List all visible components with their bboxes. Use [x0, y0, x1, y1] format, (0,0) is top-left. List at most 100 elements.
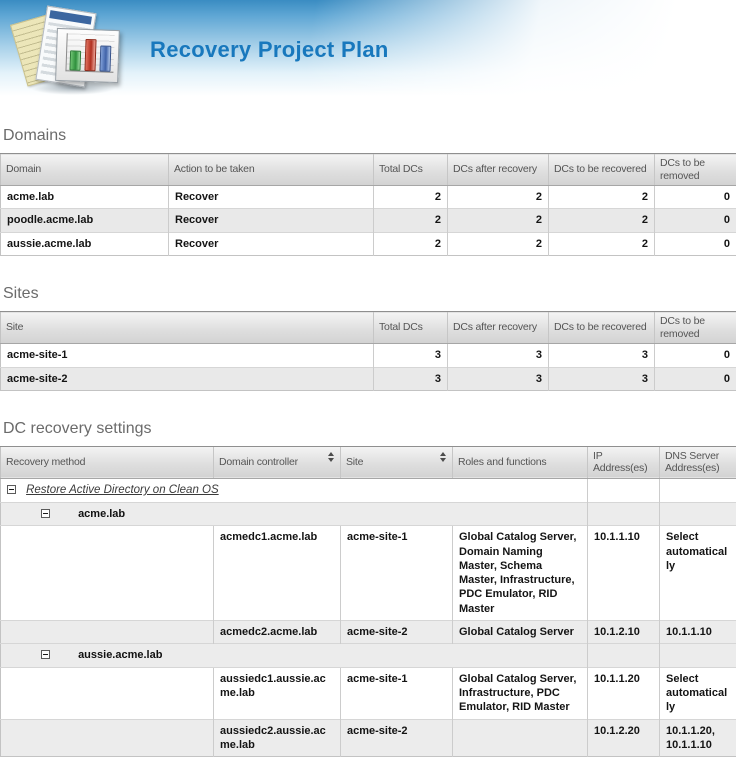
domain-cell: poodle.acme.lab: [1, 209, 169, 232]
dc-row: aussiedc1.aussie.acme.lab acme-site-1 Gl…: [1, 667, 736, 719]
col-header-site[interactable]: Site: [341, 446, 453, 478]
dcs-to-be-removed-cell: 0: [655, 209, 736, 232]
dcs-to-be-removed-cell: 0: [655, 186, 736, 209]
col-header-label: Recovery method: [6, 456, 85, 468]
ip-cell: [588, 479, 660, 503]
site-cell: acme-site-2: [1, 367, 374, 390]
table-row: poodle.acme.lab Recover 2 2 2 0: [1, 209, 736, 232]
domains-header-row: Domain Action to be taken Total DCs DCs …: [1, 154, 736, 186]
blue-bar: [99, 46, 111, 72]
bar-chart-plot-area: [65, 33, 114, 73]
dcs-after-recovery-cell: 2: [448, 232, 549, 255]
col-header-label: Roles and functions: [458, 456, 546, 468]
dcs-to-be-recovered-cell: 3: [549, 344, 655, 367]
dcs-to-be-recovered-cell: 2: [549, 209, 655, 232]
col-header-label: DCs after recovery: [453, 321, 537, 333]
green-bar: [69, 50, 81, 71]
col-header-label: DCs to be recovered: [554, 163, 647, 175]
col-header-ip-addresses: IP Address(es): [588, 446, 660, 478]
page-banner: Recovery Project Plan: [0, 0, 736, 96]
roles-cell: Global Catalog Server, Infrastructure, P…: [453, 667, 588, 719]
total-dcs-cell: 3: [374, 344, 448, 367]
col-header-label: DCs after recovery: [453, 163, 537, 175]
domain-controller-cell: acmedc2.acme.lab: [214, 621, 341, 644]
col-header-recovery-method: Recovery method: [1, 446, 214, 478]
col-header-label: DCs to be removed: [660, 315, 705, 340]
table-row: aussie.acme.lab Recover 2 2 2 0: [1, 232, 736, 255]
total-dcs-cell: 2: [374, 209, 448, 232]
domain-controller-cell: aussiedc2.aussie.acme.lab: [214, 719, 341, 757]
dcs-after-recovery-cell: 2: [448, 186, 549, 209]
recovery-method-cell: [1, 526, 214, 621]
dns-cell: [660, 479, 736, 503]
recovery-method-cell: [1, 621, 214, 644]
col-header-domain: Domain: [1, 154, 169, 186]
dc-recovery-settings-table: Recovery method Domain controller Site R…: [0, 446, 736, 757]
col-header-label: DCs to be removed: [660, 157, 705, 182]
domains-section: Domains Domain Action to be taken Total …: [0, 127, 736, 256]
col-header-dcs-after-recovery: DCs after recovery: [448, 312, 549, 344]
dns-cell: [660, 644, 736, 667]
dc-recovery-settings-section: DC recovery settings Recovery method Dom…: [0, 420, 736, 757]
collapse-icon[interactable]: [41, 509, 50, 518]
collapse-icon[interactable]: [7, 485, 16, 494]
domain-group-cell: aussie.acme.lab: [1, 644, 588, 667]
dcs-to-be-removed-cell: 0: [655, 344, 736, 367]
col-header-total-dcs: Total DCs: [374, 312, 448, 344]
domain-group-row: aussie.acme.lab: [1, 644, 736, 667]
table-row: acme-site-2 3 3 3 0: [1, 367, 736, 390]
recovery-method-group-row: Restore Active Directory on Clean OS: [1, 479, 736, 503]
ip-cell: 10.1.1.10: [588, 526, 660, 621]
site-cell: acme-site-1: [341, 526, 453, 621]
recovery-method-group-label[interactable]: Restore Active Directory on Clean OS: [26, 484, 219, 496]
dc-row: aussiedc2.aussie.acme.lab acme-site-2 10…: [1, 719, 736, 757]
dc-recovery-settings-title: DC recovery settings: [3, 420, 736, 438]
ip-cell: 10.1.2.20: [588, 719, 660, 757]
col-header-domain-controller[interactable]: Domain controller: [214, 446, 341, 478]
domain-controller-cell: acmedc1.acme.lab: [214, 526, 341, 621]
sort-icon[interactable]: [328, 452, 335, 462]
action-cell: Recover: [169, 186, 374, 209]
dns-cell: 10.1.1.10: [660, 621, 736, 644]
table-row: acme-site-1 3 3 3 0: [1, 344, 736, 367]
dcs-to-be-recovered-cell: 2: [549, 186, 655, 209]
action-cell: Recover: [169, 209, 374, 232]
dcs-to-be-removed-cell: 0: [655, 232, 736, 255]
col-header-dcs-after-recovery: DCs after recovery: [448, 154, 549, 186]
col-header-label: Action to be taken: [174, 163, 254, 175]
bar-chart-icon: [55, 28, 120, 83]
documents-chart-icon: [10, 5, 128, 97]
domain-controller-cell: aussiedc1.aussie.acme.lab: [214, 667, 341, 719]
total-dcs-cell: 3: [374, 367, 448, 390]
roles-cell: [453, 719, 588, 757]
dc-settings-header-row: Recovery method Domain controller Site R…: [1, 446, 736, 478]
collapse-icon[interactable]: [41, 650, 50, 659]
domains-section-title: Domains: [3, 127, 736, 145]
dcs-to-be-recovered-cell: 2: [549, 232, 655, 255]
total-dcs-cell: 2: [374, 232, 448, 255]
col-header-dcs-to-be-removed: DCs to be removed: [655, 312, 736, 344]
ip-cell: [588, 644, 660, 667]
site-cell: acme-site-2: [341, 621, 453, 644]
dc-row: acmedc2.acme.lab acme-site-2 Global Cata…: [1, 621, 736, 644]
recovery-method-cell: [1, 667, 214, 719]
col-header-roles-functions: Roles and functions: [453, 446, 588, 478]
sort-icon[interactable]: [440, 452, 447, 462]
recovery-project-plan-page: Recovery Project Plan Domains Domain Act…: [0, 0, 736, 757]
dcs-after-recovery-cell: 3: [448, 344, 549, 367]
col-header-label: IP Address(es): [593, 450, 647, 475]
sites-table: Site Total DCs DCs after recovery DCs to…: [0, 311, 736, 391]
col-header-dcs-to-be-removed: DCs to be removed: [655, 154, 736, 186]
roles-cell: Global Catalog Server, Domain Naming Mas…: [453, 526, 588, 621]
dcs-to-be-removed-cell: 0: [655, 367, 736, 390]
dns-cell: Select automatically: [660, 667, 736, 719]
ip-cell: [588, 502, 660, 525]
sites-header-row: Site Total DCs DCs after recovery DCs to…: [1, 312, 736, 344]
dcs-after-recovery-cell: 3: [448, 367, 549, 390]
col-header-label: Total DCs: [379, 163, 423, 175]
domain-group-cell: acme.lab: [1, 502, 588, 525]
site-cell: acme-site-1: [1, 344, 374, 367]
ip-cell: 10.1.1.20: [588, 667, 660, 719]
domain-cell: acme.lab: [1, 186, 169, 209]
dc-row: acmedc1.acme.lab acme-site-1 Global Cata…: [1, 526, 736, 621]
